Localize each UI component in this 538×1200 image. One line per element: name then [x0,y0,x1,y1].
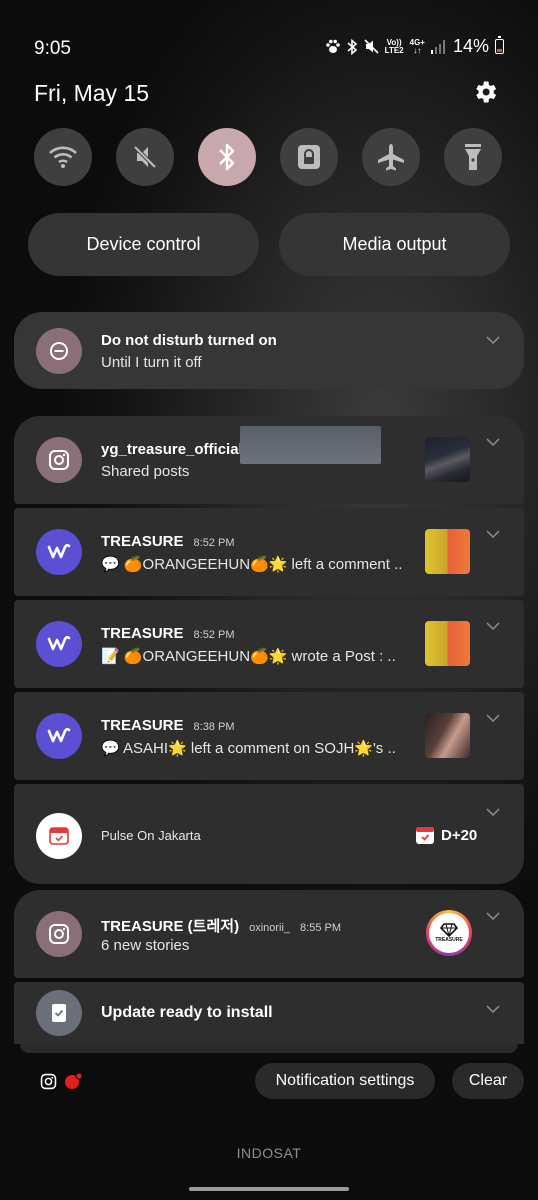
device-control-button[interactable]: Device control [28,213,259,276]
treasure-logo-text: TREASURE [435,937,463,943]
instagram-text: Shared posts [101,463,190,480]
wifi-toggle[interactable] [34,128,92,186]
weverse-icon [36,621,82,667]
software-update-icon [36,990,82,1036]
media-output-button[interactable]: Media output [279,213,510,276]
pulse-text: Pulse On Jakarta [101,828,201,843]
weverse-time: 8:52 PM [193,629,235,641]
weverse-time: 8:38 PM [193,721,235,733]
weverse-icon [36,713,82,759]
instagram-icon [36,911,82,957]
notification-settings-button[interactable]: Notification settings [255,1063,435,1099]
dnd-title: Do not disturb turned on [101,332,277,349]
stacked-notifications-edge [20,1044,518,1053]
flashlight-toggle[interactable] [444,128,502,186]
date-label: Fri, May 15 [34,80,150,106]
weverse-text: 💬 ASAHI🌟 left a comment on SOJH🌟's .. [101,740,396,757]
status-icons: Vo)) LTE2 4G+ ↓↑ 14% [325,36,504,57]
dnd-icon [36,328,82,374]
weverse-title: TREASURE 8:38 PM [101,717,235,734]
carrier-label: INDOSAT [236,1145,302,1161]
mute-icon [364,39,379,54]
post-thumbnail [425,437,470,482]
lock-icon [298,145,320,169]
dnd-notification[interactable]: Do not disturb turned on Until I turn it… [14,312,524,389]
update-notification[interactable]: Update ready to install [14,982,524,1044]
pulse-badge-text: D+20 [441,826,478,844]
airplane-toggle[interactable] [362,128,420,186]
instagram-icon [36,437,82,483]
instagram-user: oxinorii_ [249,922,291,934]
collapsed-app-icons[interactable] [40,1072,83,1090]
calendar-icon [416,827,434,844]
post-thumbnail [425,529,470,574]
sound-toggle[interactable] [116,128,174,186]
chevron-down-icon[interactable] [486,912,500,920]
volte-indicator: Vo)) LTE2 [384,37,404,55]
pulse-notification[interactable]: Pulse On Jakarta D+20 [14,784,524,884]
weverse-notification[interactable]: TREASURE 8:52 PM 💬 🍊ORANGEEHUN🍊🌟 left a c… [14,508,524,596]
chevron-down-icon[interactable] [486,622,500,630]
battery-percent: 14% [452,36,489,56]
instagram-title: TREASURE (트레저) oxinorii_ 8:55 PM [101,918,342,935]
screen-lock-toggle[interactable] [280,128,338,186]
weverse-time: 8:52 PM [193,537,235,549]
post-thumbnail [425,713,470,758]
bluetooth-icon [219,143,235,171]
instagram-notification[interactable]: TREASURE (트레저) oxinorii_ 8:55 PM 6 new sto… [14,890,524,978]
bluetooth-toggle[interactable] [198,128,256,186]
instagram-time: 8:55 PM [300,922,342,934]
weverse-title: TREASURE 8:52 PM [101,533,235,550]
airplane-icon [378,144,404,171]
weverse-icon [36,529,82,575]
flashlight-icon [465,144,481,170]
story-ring: TREASURE [426,910,472,956]
update-title: Update ready to install [101,1004,273,1021]
chevron-down-icon[interactable] [486,808,500,816]
calendar-icon [36,813,82,859]
weverse-title: TREASURE 8:52 PM [101,625,235,642]
chevron-down-icon[interactable] [486,714,500,722]
instagram-notification[interactable]: yg_treasure_official Shared posts [14,416,524,504]
gear-icon[interactable] [471,78,499,106]
signal-icon [430,39,445,54]
redaction-block [240,426,381,464]
weverse-notification[interactable]: TREASURE 8:52 PM 📝 🍊ORANGEEHUN🍊🌟 wrote a … [14,600,524,688]
quick-settings-row [34,128,502,188]
weverse-notification[interactable]: TREASURE 8:38 PM 💬 ASAHI🌟 left a comment … [14,692,524,780]
weverse-text: 📝 🍊ORANGEEHUN🍊🌟 wrote a Post : .. [101,648,396,665]
status-time: 9:05 [34,38,71,59]
weverse-text: 💬 🍊ORANGEEHUN🍊🌟 left a comment .. [101,556,403,573]
battery-icon [495,36,504,54]
diamond-logo-icon [440,923,458,937]
pulse-badge: D+20 [415,825,477,845]
record-dot-icon [65,1072,83,1089]
post-thumbnail [425,621,470,666]
chevron-down-icon[interactable] [486,336,500,344]
data-indicator: 4G+ ↓↑ [409,37,425,55]
clear-button[interactable]: Clear [452,1063,524,1099]
dnd-text: Until I turn it off [101,354,202,371]
instagram-icon [40,1073,57,1089]
instagram-text: 6 new stories [101,937,190,954]
mute-icon [133,145,157,169]
chevron-down-icon[interactable] [486,1005,500,1013]
chevron-down-icon[interactable] [486,438,500,446]
home-indicator[interactable] [189,1187,349,1191]
instagram-title: yg_treasure_official [101,441,243,458]
bluetooth-icon [347,38,357,55]
chevron-down-icon[interactable] [486,530,500,538]
paw-icon [325,39,340,53]
wifi-icon [49,146,77,168]
